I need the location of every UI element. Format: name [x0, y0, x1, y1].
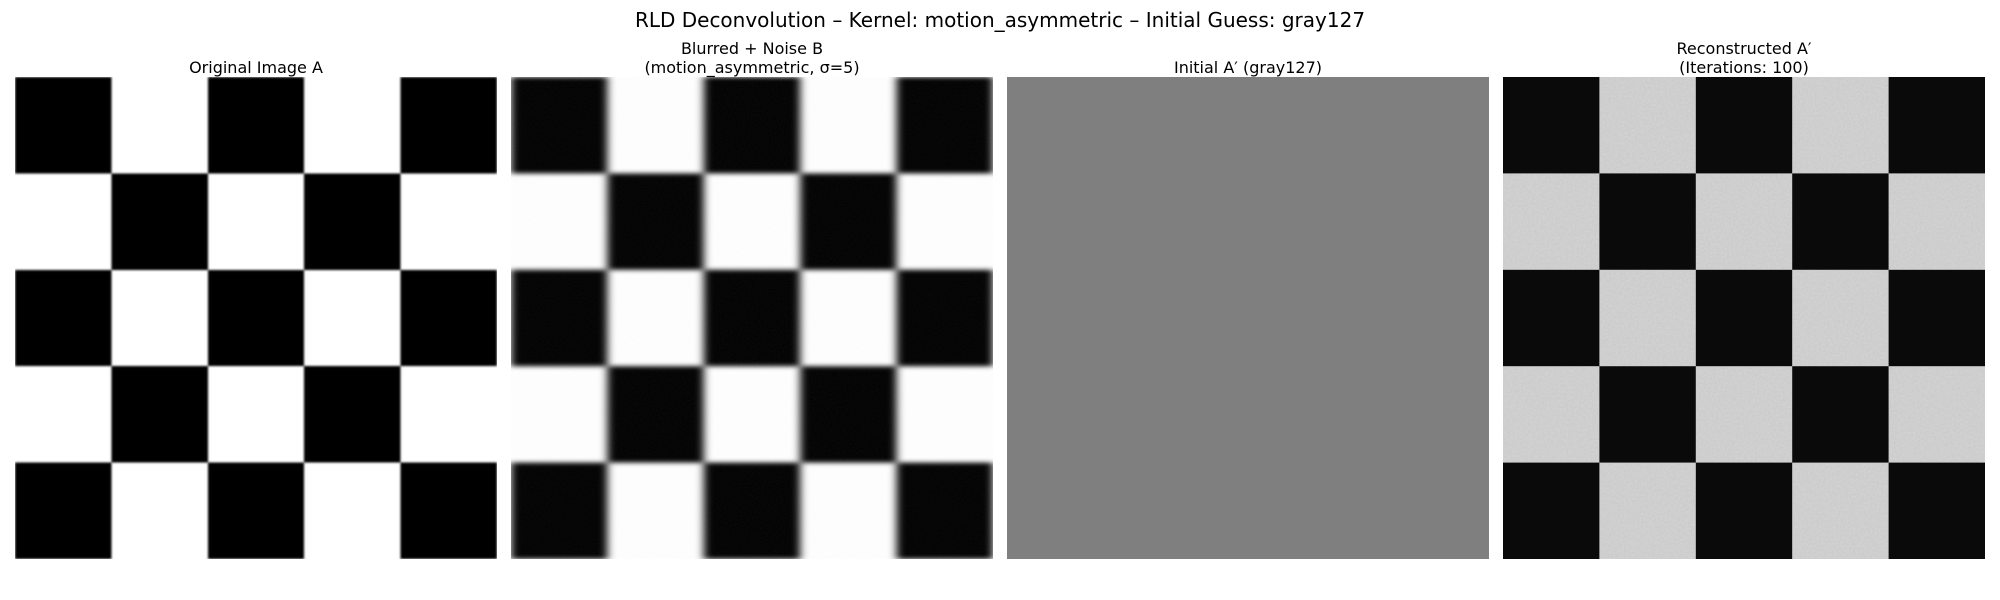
checker-square-sharp: [207, 269, 305, 367]
panel-reconstructed-title-line-2: (Iterations: 100): [1679, 58, 1809, 77]
checker-square-recon: [1599, 366, 1696, 463]
checker-square-sharp: [400, 269, 497, 367]
blurred-image: [511, 77, 993, 559]
checker-square-sharp: [207, 77, 305, 174]
checker-square-recon: [1888, 77, 1985, 174]
checker-square-sharp: [15, 77, 112, 174]
checker-square-sharp: [304, 366, 401, 463]
reconstructed-image: [1503, 77, 1985, 559]
checker-square-sharp: [111, 366, 208, 463]
panel-blurred-title: Blurred + Noise B (motion_asymmetric, σ=…: [471, 39, 1033, 77]
panel-original-title-line-1: Original Image A: [189, 58, 323, 77]
original-image: [15, 77, 497, 559]
panel-initial-title: Initial A′ (gray127): [967, 58, 1529, 77]
checker-square-sharp: [15, 462, 112, 559]
checker-square-recon: [1695, 77, 1793, 174]
checker-square-recon: [1792, 366, 1889, 463]
reconstructed-checkerboard: [1503, 77, 1985, 559]
checker-square-sharp: [111, 173, 208, 270]
checker-square-recon: [1695, 269, 1793, 367]
checker-square-recon: [1888, 462, 1985, 559]
panel-blurred-title-line-2: (motion_asymmetric, σ=5): [644, 58, 860, 77]
checker-square-recon: [1695, 462, 1793, 559]
panel-reconstructed-title-line-1: Reconstructed A′: [1676, 39, 1812, 58]
checker-square-sharp: [400, 462, 497, 559]
initial-image: [1007, 77, 1489, 559]
checker-square-recon: [1503, 77, 1600, 174]
checker-square-sharp: [15, 269, 112, 367]
panel-initial: Initial A′ (gray127): [1007, 0, 1489, 600]
blurred-checkerboard: [511, 77, 993, 559]
panel-original-title: Original Image A: [0, 58, 537, 77]
checker-square-sharp: [207, 462, 305, 559]
panel-blurred-title-line-1: Blurred + Noise B: [680, 39, 824, 58]
checker-square-recon: [1503, 269, 1600, 367]
panel-reconstructed-title: Reconstructed A′ (Iterations: 100): [1463, 39, 2000, 77]
panel-initial-title-line-1: Initial A′ (gray127): [1173, 58, 1323, 77]
checker-square-sharp: [304, 173, 401, 270]
panel-original: Original Image A: [15, 0, 497, 600]
panel-blurred: Blurred + Noise B (motion_asymmetric, σ=…: [511, 0, 993, 600]
checker-square-recon: [1888, 269, 1985, 367]
checker-square-sharp: [400, 77, 497, 174]
original-checkerboard: [15, 77, 497, 559]
checker-square-recon: [1599, 173, 1696, 270]
panel-reconstructed: Reconstructed A′ (Iterations: 100): [1503, 0, 1985, 600]
checker-square-recon: [1792, 173, 1889, 270]
checker-square-recon: [1503, 462, 1600, 559]
initial-gray-fill: [1007, 77, 1489, 559]
